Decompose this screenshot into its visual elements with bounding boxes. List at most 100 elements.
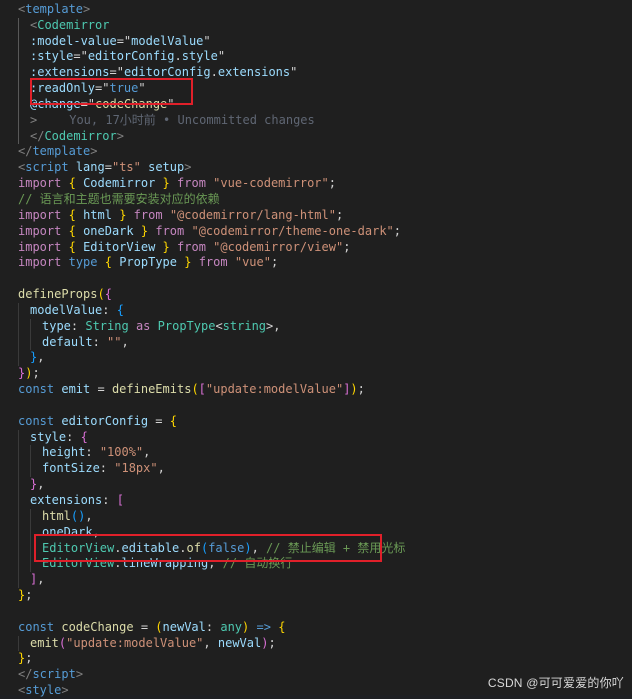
indent-guide [30, 445, 42, 462]
indent-guide [18, 429, 30, 446]
code-line[interactable]: }; [18, 651, 630, 667]
code-line[interactable]: extensions: [ [18, 493, 630, 509]
indent-guide [18, 524, 30, 541]
code-line[interactable]: emit("update:modelValue", newVal); [18, 635, 630, 652]
code-token: // 语言和主题也需要安装对应的依赖 [18, 191, 220, 206]
code-line[interactable]: }; [18, 588, 630, 604]
code-token: } [162, 176, 170, 191]
code-token: script [25, 160, 69, 175]
code-token: { [278, 619, 286, 634]
code-line[interactable]: <Codemirror [18, 17, 630, 34]
code-token: : [92, 334, 108, 349]
code-line[interactable]: type: String as PropType<string>, [18, 318, 630, 335]
code-token: =" [95, 81, 110, 96]
code-line[interactable]: defineProps({ [18, 287, 630, 303]
code-line[interactable]: ], [18, 572, 630, 589]
code-line[interactable]: height: "100%", [18, 445, 630, 462]
code-line[interactable]: import { oneDark } from "@codemirror/the… [18, 224, 630, 240]
code-line[interactable]: :style="editorConfig.style" [18, 49, 630, 66]
code-line[interactable]: > You, 17小时前 • Uncommitted changes [18, 112, 630, 129]
code-token: modelValue [131, 33, 204, 48]
code-token: ; [25, 651, 33, 666]
code-line[interactable]: EditorView.lineWrapping, // 自动换行 [18, 556, 630, 573]
code-line[interactable]: EditorView.editable.of(false), // 禁止编辑 +… [18, 540, 630, 557]
code-line[interactable]: <template> [18, 2, 630, 18]
code-line[interactable] [18, 271, 630, 287]
code-line[interactable]: import { EditorView } from "@codemirror/… [18, 240, 630, 256]
code-token: style [30, 429, 67, 444]
code-line[interactable]: }, [18, 477, 630, 493]
indent-guide [30, 556, 42, 573]
code-editor[interactable]: <!-- 代码编辑器 (基于CodeMirror6) --><template>… [0, 0, 632, 697]
code-token: editorConfig [61, 413, 149, 428]
code-token: setup [148, 160, 185, 175]
code-token: import [18, 239, 62, 254]
code-token: script [32, 667, 76, 682]
code-token: " [138, 81, 146, 96]
watermark: CSDN @可可爱爱的你吖 [487, 676, 624, 690]
code-token: , [121, 334, 129, 349]
code-line[interactable]: const editorConfig = { [18, 414, 630, 430]
code-token: , [37, 572, 45, 587]
code-token: ) [244, 540, 252, 555]
code-line[interactable]: <script lang="ts" setup> [18, 160, 630, 176]
indent-guide [18, 635, 30, 652]
code-line[interactable]: }, [18, 350, 630, 367]
code-token: type [42, 318, 71, 333]
code-line[interactable]: :model-value="modelValue" [18, 33, 630, 50]
code-token: { [169, 413, 177, 428]
indent-guide [30, 524, 42, 541]
code-token: from [177, 176, 206, 191]
code-token: PropType [119, 255, 177, 270]
code-line[interactable]: :readOnly="true" [18, 81, 630, 97]
code-line[interactable]: import { Codemirror } from "vue-codemirr… [18, 176, 630, 192]
code-lines[interactable]: <!-- 代码编辑器 (基于CodeMirror6) --><template>… [18, 0, 630, 699]
code-token: import [18, 176, 62, 191]
code-line[interactable]: const codeChange = (newVal: any) => { [18, 620, 630, 636]
indent-guide [18, 493, 30, 509]
code-token: : [70, 318, 86, 333]
code-line[interactable]: const emit = defineEmits(["update:modelV… [18, 382, 630, 398]
code-line[interactable]: import { html } from "@codemirror/lang-h… [18, 208, 630, 224]
code-token: : [99, 461, 115, 476]
code-line[interactable]: fontSize: "18px", [18, 461, 630, 478]
code-line[interactable]: import type { PropType } from "vue"; [18, 255, 630, 271]
code-token: fontSize [42, 461, 100, 476]
code-token: "ts" [111, 160, 141, 175]
code-token: emit [61, 382, 91, 397]
code-line[interactable]: // 语言和主题也需要安装对应的依赖 [18, 192, 630, 208]
code-line[interactable] [18, 398, 630, 414]
code-line[interactable] [18, 604, 630, 620]
code-line[interactable]: modelValue: { [18, 302, 630, 319]
code-token: // 禁止编辑 + 禁用光标 [266, 540, 406, 555]
indent-guide [18, 81, 30, 97]
code-line[interactable]: default: "", [18, 334, 630, 351]
code-line[interactable]: </template> [18, 144, 630, 160]
code-token: "100%" [99, 445, 144, 460]
code-line[interactable]: }); [18, 366, 630, 382]
code-line[interactable]: :extensions="editorConfig.extensions" [18, 65, 630, 82]
code-token: ; [268, 635, 276, 650]
code-token: ; [328, 176, 336, 191]
code-line[interactable]: html(), [18, 508, 630, 525]
code-token: , [92, 524, 100, 539]
code-token: EditorView [42, 540, 115, 555]
code-line[interactable]: @change="codeChange" [18, 96, 630, 113]
code-line[interactable]: style: { [18, 429, 630, 446]
code-line[interactable]: oneDark, [18, 524, 630, 541]
code-token: style [181, 49, 218, 64]
code-token: { [80, 429, 88, 444]
code-token: html [83, 207, 112, 222]
indent-guide [18, 33, 30, 50]
code-token: "update:modelValue" [205, 382, 344, 397]
code-token: </ [30, 128, 45, 143]
code-line[interactable]: </Codemirror> [18, 128, 630, 145]
code-token: html [42, 508, 71, 523]
indent-guide [18, 461, 30, 478]
